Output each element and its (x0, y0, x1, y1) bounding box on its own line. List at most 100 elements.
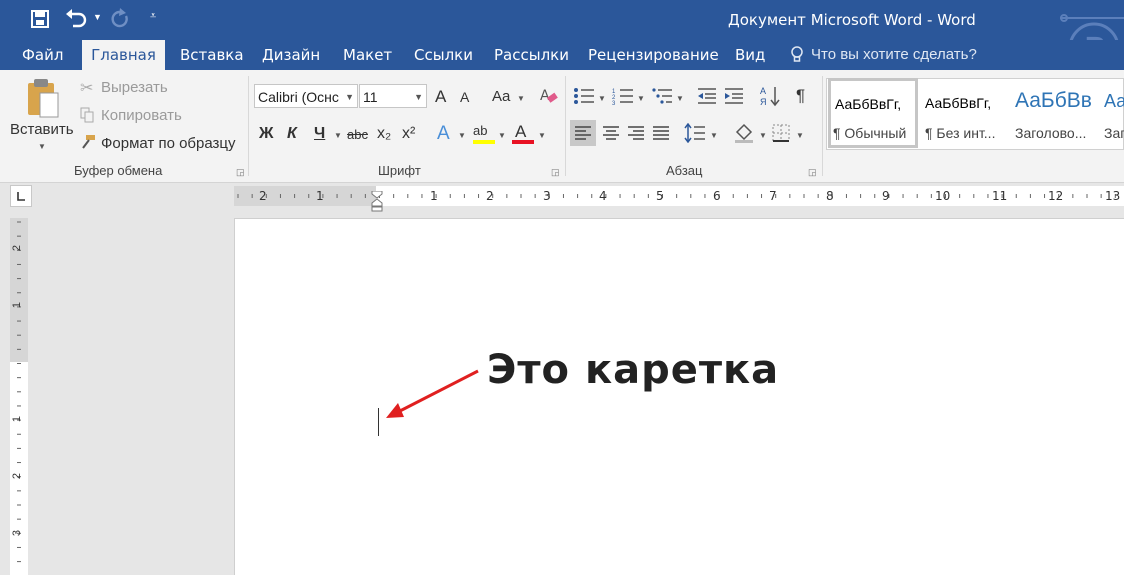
decrease-indent-icon[interactable] (697, 87, 717, 105)
tab-design[interactable]: Дизайн (262, 40, 320, 70)
style-heading-2[interactable]: Аа Заг (1102, 78, 1124, 148)
line-spacing-dropdown-icon[interactable]: ▼ (710, 131, 718, 140)
font-color-bar (512, 140, 534, 144)
font-dialog-launcher-icon[interactable]: ◲ (551, 167, 560, 178)
ribbon-home: Вставить ▼ ✂ Вырезать Копировать Формат … (0, 70, 1124, 183)
horizontal-ruler[interactable] (234, 186, 1124, 206)
highlight-icon[interactable]: ab (473, 123, 487, 138)
vertical-ruler[interactable] (10, 218, 28, 575)
style-no-spacing[interactable]: АаБбВвГг, ¶ Без инт... (922, 78, 1010, 148)
tell-me-input[interactable]: Что вы хотите сделать? (811, 46, 977, 63)
first-line-indent-marker[interactable] (371, 186, 383, 199)
ruler-number: 3 (11, 529, 24, 537)
multilevel-dropdown-icon[interactable]: ▼ (676, 94, 684, 103)
cut-button[interactable]: Вырезать (101, 79, 168, 96)
document-page[interactable] (234, 218, 1124, 575)
style-normal[interactable]: АаБбВвГг, ¶ Обычный (828, 78, 918, 148)
ruler-number: 1 (11, 415, 24, 423)
change-case-icon[interactable]: Aa (492, 88, 510, 105)
bullets-icon[interactable] (573, 87, 595, 105)
grow-font-icon[interactable]: A (435, 87, 446, 107)
tab-file[interactable]: Файл (22, 40, 63, 70)
font-color-dropdown-icon[interactable]: ▼ (538, 131, 546, 140)
shading-icon[interactable] (733, 122, 755, 144)
underline-button[interactable]: Ч (314, 125, 325, 143)
ruler-number: 1 (316, 189, 324, 203)
annotation-text: Это каретка (487, 347, 780, 393)
increase-indent-icon[interactable] (724, 87, 744, 105)
paragraph-group-label: Абзац (666, 163, 703, 178)
clipboard-dialog-launcher-icon[interactable]: ◲ (236, 167, 245, 178)
italic-button[interactable]: К (287, 125, 297, 143)
save-icon[interactable] (30, 9, 50, 29)
font-name-combo[interactable]: Calibri (Оснс ▼ (254, 84, 358, 108)
style-heading-1[interactable]: АаБбВв Заголово... (1012, 78, 1102, 148)
line-spacing-icon[interactable] (684, 122, 706, 144)
style-name: Заголово... (1015, 125, 1087, 141)
tab-home[interactable]: Главная (82, 40, 165, 70)
ruler-number: 1 (430, 189, 438, 203)
font-size-combo[interactable]: 11 ▼ (359, 84, 427, 108)
customize-qat-icon[interactable]: ⩡ (150, 10, 156, 23)
font-color-icon[interactable]: A (515, 122, 526, 142)
strikethrough-button[interactable]: abc (347, 127, 368, 142)
tab-selector[interactable] (10, 185, 32, 207)
ruler-number: 10 (935, 189, 951, 203)
justify-icon[interactable] (648, 120, 674, 146)
tab-view[interactable]: Вид (735, 40, 765, 70)
highlight-dropdown-icon[interactable]: ▼ (498, 131, 506, 140)
text-effects-icon[interactable]: A (437, 123, 450, 145)
format-painter-icon (80, 134, 96, 150)
ruler-number: 8 (826, 189, 834, 203)
paste-button[interactable]: Вставить (10, 121, 74, 138)
tab-layout[interactable]: Макет (343, 40, 392, 70)
font-name-value: Calibri (Оснс (258, 89, 339, 105)
multilevel-list-icon[interactable] (651, 87, 673, 105)
undo-icon[interactable] (64, 8, 90, 30)
superscript-button[interactable]: x² (402, 125, 415, 143)
ruler-number: 13 (1105, 189, 1121, 203)
clear-formatting-icon[interactable]: A (540, 86, 558, 106)
tab-mailings[interactable]: Рассылки (494, 40, 569, 70)
bold-button[interactable]: Ж (259, 125, 273, 143)
subscript-button[interactable]: x₂ (377, 125, 391, 143)
separator (248, 76, 249, 176)
show-formatting-button[interactable]: ¶ (796, 86, 805, 106)
paste-icon[interactable] (24, 77, 60, 119)
ruler-number: 2 (11, 244, 24, 252)
align-left-button[interactable] (570, 120, 596, 146)
paste-dropdown-icon[interactable]: ▼ (38, 142, 46, 151)
sort-icon[interactable]: AЯ (760, 85, 780, 107)
copy-icon (80, 107, 94, 123)
ruler-number: 1 (11, 301, 24, 309)
annotation-arrow-icon (386, 369, 479, 418)
undo-dropdown-icon[interactable]: ▼ (93, 12, 102, 22)
align-center-icon[interactable] (598, 120, 624, 146)
hanging-indent-marker[interactable] (371, 198, 383, 212)
borders-icon[interactable] (772, 124, 790, 142)
tab-review[interactable]: Рецензирование (588, 40, 719, 70)
shading-dropdown-icon[interactable]: ▼ (759, 131, 767, 140)
title-bar: ▼ ⩡ Документ Microsoft Word - Word R (0, 0, 1124, 74)
change-case-dropdown-icon[interactable]: ▼ (517, 94, 525, 103)
numbering-dropdown-icon[interactable]: ▼ (637, 94, 645, 103)
ruler-number: 2 (11, 472, 24, 480)
align-right-icon[interactable] (623, 120, 649, 146)
ruler-number: 2 (486, 189, 494, 203)
style-preview: АаБбВв (1015, 89, 1092, 112)
tab-references[interactable]: Ссылки (414, 40, 473, 70)
style-name: Заг (1104, 125, 1124, 141)
text-effects-dropdown-icon[interactable]: ▼ (458, 131, 466, 140)
numbering-icon[interactable]: 123 (612, 87, 634, 107)
bullets-dropdown-icon[interactable]: ▼ (598, 94, 606, 103)
borders-dropdown-icon[interactable]: ▼ (796, 131, 804, 140)
format-painter-button[interactable]: Формат по образцу (101, 135, 236, 152)
underline-dropdown-icon[interactable]: ▼ (334, 131, 342, 140)
style-preview: Аа (1104, 91, 1124, 111)
ruler-number: 11 (992, 189, 1008, 203)
tab-insert[interactable]: Вставка (180, 40, 244, 70)
ruler-number: 7 (769, 189, 777, 203)
paragraph-dialog-launcher-icon[interactable]: ◲ (808, 167, 817, 178)
shrink-font-icon[interactable]: A (460, 89, 469, 105)
copy-button[interactable]: Копировать (101, 107, 182, 124)
